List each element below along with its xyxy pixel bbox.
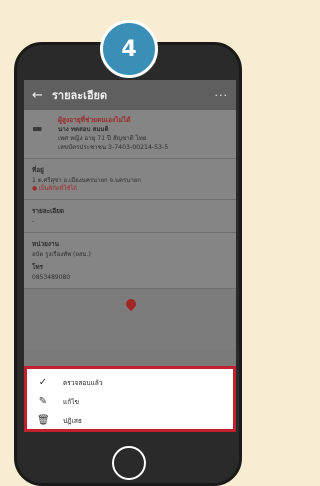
action-edit-label: แก้ไข <box>63 398 80 406</box>
more-options-icon[interactable]: ··· <box>215 89 229 102</box>
map-pin-icon <box>123 296 139 312</box>
page-title: รายละเอียด <box>52 89 108 102</box>
detail-text: - <box>32 218 35 225</box>
patient-id: เลขบัตรประชาชน 3-7403-00214-53-5 <box>58 144 169 151</box>
agency-section: หน่วยงาน อบัต รูงเรืองทัพ (อสม.) โทร 085… <box>24 233 236 289</box>
phone-number[interactable]: 0853489080 <box>32 274 228 282</box>
agency-label: หน่วยงาน <box>32 240 59 248</box>
location-map[interactable] <box>24 289 236 349</box>
action-verified[interactable]: ✓ ตรวจสอบแล้ว <box>37 373 223 392</box>
patient-card: ▬ ผู้สูงอายุที่ช่วยตนเองไม่ได้ นาง ทดสอบ… <box>24 110 236 159</box>
step-badge: 4 <box>100 20 158 78</box>
address-warning: ● เป็นพิกัดที่ใช้ได้ <box>32 186 77 192</box>
phone-label: โทร <box>32 263 44 271</box>
detail-section: รายละเอียด - <box>24 200 236 233</box>
address-label: ที่อยู่ <box>32 166 44 174</box>
patient-details: เพศ หญิง อายุ 71 ปี สัญชาติ ไทย <box>58 135 147 142</box>
action-verified-label: ตรวจสอบแล้ว <box>63 379 103 387</box>
patient-status: ผู้สูงอายุที่ช่วยตนเองไม่ได้ <box>58 116 131 124</box>
bed-icon: ▬ <box>32 122 43 135</box>
patient-name: นาง ทดสอบ สมมติ <box>58 126 109 133</box>
back-arrow-icon[interactable]: ← <box>32 88 52 103</box>
address-text: 1 ต.ศรีสุข่า อ.เมืองนครนายก จ.นครนายก <box>32 177 141 184</box>
agency-text: อบัต รูงเรืองทัพ (อสม.) <box>32 251 91 258</box>
address-section: ที่อยู่ 1 ต.ศรีสุข่า อ.เมืองนครนายก จ.นค… <box>24 159 236 200</box>
action-edit[interactable]: ✎ แก้ไข <box>37 392 223 411</box>
action-sheet: ✓ ตรวจสอบแล้ว ✎ แก้ไข 🗑 ปฏิเสธ <box>24 366 236 432</box>
app-bar: ← รายละเอียด ··· <box>24 80 236 110</box>
check-icon: ✓ <box>38 377 48 388</box>
pencil-icon: ✎ <box>38 396 48 407</box>
action-reject[interactable]: 🗑 ปฏิเสธ <box>37 411 223 430</box>
phone-screen: ← รายละเอียด ··· ▬ ผู้สูงอายุที่ช่วยตนเอ… <box>24 80 236 432</box>
trash-icon: 🗑 <box>37 415 50 426</box>
home-button[interactable] <box>112 446 146 480</box>
action-reject-label: ปฏิเสธ <box>63 417 82 425</box>
detail-label: รายละเอียด <box>32 207 65 215</box>
